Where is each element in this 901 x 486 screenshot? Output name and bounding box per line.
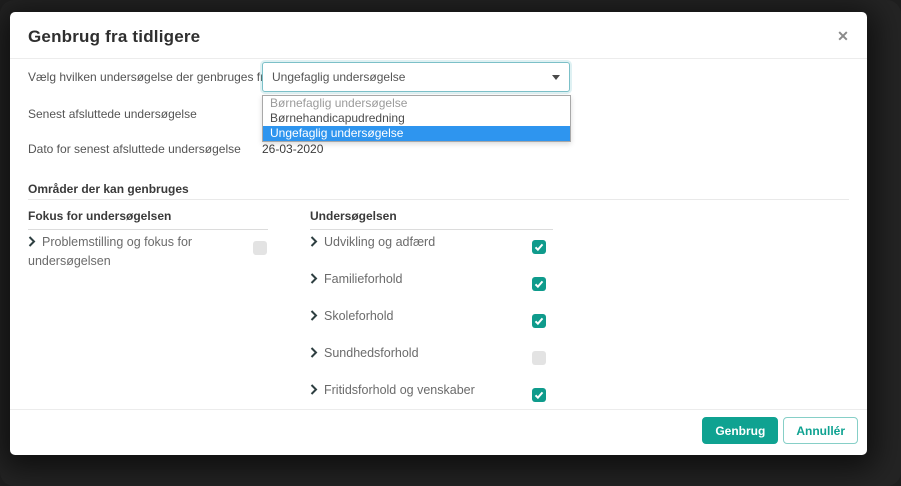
chevron-right-icon [310, 382, 318, 400]
footer-buttons: Genbrug Annullér [702, 417, 858, 444]
item-label: Skoleforhold [324, 309, 394, 323]
column-fokus: Fokus for undersøgelsen Problemstilling … [28, 209, 268, 230]
dropdown-option[interactable]: Børnefaglig undersøgelse [263, 96, 570, 111]
chevron-right-icon [28, 234, 36, 252]
header-divider [10, 58, 867, 59]
checkbox[interactable] [532, 314, 546, 328]
chevron-right-icon [310, 345, 318, 363]
chevron-right-icon [310, 271, 318, 289]
list-item: Sundhedsforhold [310, 344, 568, 363]
footer-divider [10, 409, 867, 410]
item-label: Fritidsforhold og venskaber [324, 383, 475, 397]
expand-toggle[interactable]: Problemstilling og fokus for undersøgels… [28, 233, 233, 270]
list-item: Problemstilling og fokus for undersøgels… [28, 233, 268, 270]
item-label: Problemstilling og fokus for undersøgels… [28, 235, 192, 268]
section-divider [28, 199, 849, 200]
expand-toggle[interactable]: Skoleforhold [310, 307, 394, 326]
list-item: Udvikling og adfærd [310, 233, 568, 252]
chevron-right-icon [310, 234, 318, 252]
date-label: Dato for senest afsluttede undersøgelse [28, 142, 241, 156]
list-item: Fritidsforhold og venskaber [310, 381, 568, 400]
list-item: Skoleforhold [310, 307, 568, 326]
modal-backdrop: Genbrug fra tidligere ✕ Vælg hvilken und… [0, 0, 901, 486]
expand-toggle[interactable]: Fritidsforhold og venskaber [310, 381, 475, 400]
expand-toggle[interactable]: Udvikling og adfærd [310, 233, 435, 252]
expand-toggle[interactable]: Sundhedsforhold [310, 344, 419, 363]
reuse-dialog: Genbrug fra tidligere ✕ Vælg hvilken und… [10, 12, 867, 455]
item-label: Sundhedsforhold [324, 346, 419, 360]
select-label: Vælg hvilken undersøgelse der genbruges … [28, 62, 271, 92]
dropdown-option[interactable]: Børnehandicapudredning [263, 111, 570, 126]
dialog-title: Genbrug fra tidligere [28, 27, 200, 47]
checkbox[interactable] [532, 351, 546, 365]
expand-toggle[interactable]: Familieforhold [310, 270, 403, 289]
date-value: 26-03-2020 [262, 142, 323, 156]
checkbox[interactable] [532, 277, 546, 291]
select-dropdown-list: Børnefaglig undersøgelse Børnehandicapud… [262, 95, 571, 142]
undersogelse-select[interactable]: Ungefaglig undersøgelse [262, 62, 570, 92]
areas-header: Områder der kan genbruges [28, 182, 189, 196]
latest-survey-label: Senest afsluttede undersøgelse [28, 107, 197, 121]
checkbox[interactable] [253, 241, 267, 255]
chevron-down-icon [552, 75, 560, 80]
genbrug-button[interactable]: Genbrug [702, 417, 778, 444]
dropdown-option[interactable]: Ungefaglig undersøgelse [263, 126, 570, 141]
select-value: Ungefaglig undersøgelse [272, 63, 405, 91]
checkbox[interactable] [532, 388, 546, 402]
checkbox[interactable] [532, 240, 546, 254]
column-header: Undersøgelsen [310, 209, 553, 230]
annuller-button[interactable]: Annullér [783, 417, 858, 444]
list-item: Familieforhold [310, 270, 568, 289]
close-icon[interactable]: ✕ [833, 26, 853, 46]
chevron-right-icon [310, 308, 318, 326]
item-label: Udvikling og adfærd [324, 235, 435, 249]
item-label: Familieforhold [324, 272, 403, 286]
column-undersogelsen: Undersøgelsen Udvikling og adfærd Famili… [310, 209, 568, 230]
column-header: Fokus for undersøgelsen [28, 209, 268, 230]
